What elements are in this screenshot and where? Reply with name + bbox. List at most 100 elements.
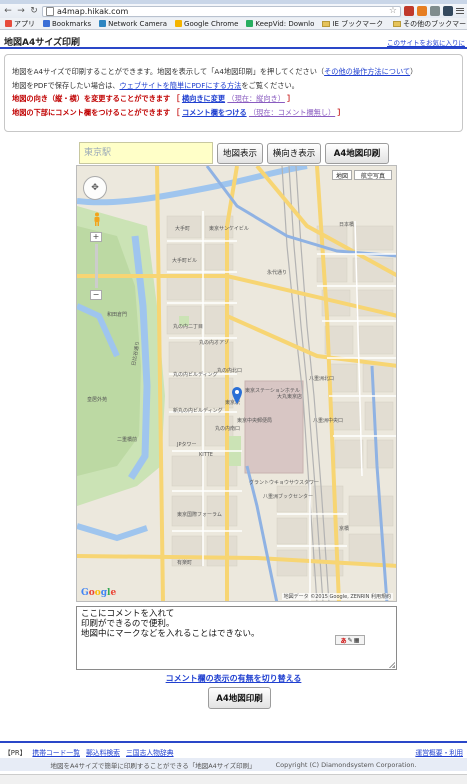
map-label: 有楽町	[177, 559, 192, 566]
map-type-map-button[interactable]: 地図	[332, 170, 352, 180]
bookmark-icon	[175, 20, 183, 27]
pr-label: 【PR】	[4, 749, 27, 757]
zoom-in-icon[interactable]: +	[90, 232, 102, 242]
comment-option: 地図の下部にコメント欄をつけることができます ［ コメント欄をつける （現在：コ…	[12, 107, 345, 117]
extension-icon[interactable]	[430, 6, 440, 16]
horizontal-scrollbar[interactable]	[0, 774, 467, 784]
pegman-icon[interactable]	[93, 212, 101, 226]
bookmark-item[interactable]: Network Camera	[96, 20, 170, 28]
change-orientation-link[interactable]: 横向きに変更	[182, 94, 225, 103]
extension-icon[interactable]	[443, 6, 453, 16]
ime-pad-icon: ▦	[353, 636, 360, 644]
bookmark-icon	[43, 20, 50, 27]
ime-dictionary-icon: ✎	[347, 636, 353, 644]
footer-link[interactable]: 郵込料検索	[86, 747, 120, 757]
pdf-howto-link[interactable]: ウェブサイトを簡単にPDFにする方法	[119, 81, 241, 90]
a4-print-button[interactable]: A4地図印刷	[208, 687, 271, 709]
map-label: 東京サンケイビル	[209, 225, 249, 232]
back-icon[interactable]: ←	[3, 6, 13, 16]
map-label: 丸の内オアゾ	[199, 339, 229, 346]
map-label: 皇居外苑	[87, 396, 107, 403]
map-canvas: 大手町 東京サンケイビル 大手町ビル 日比谷通り 永代通り 丸の内オアゾ 丸の内…	[77, 166, 396, 601]
bookmark-item[interactable]: Bookmarks	[40, 20, 94, 28]
map-label: 八重洲中央口	[313, 417, 343, 424]
map-label: 八重洲ブックセンター	[263, 493, 313, 500]
browser-toolbar: ← → ↻ a4map.hikak.com ☆	[0, 4, 467, 18]
map-label: 永代通り	[267, 269, 287, 276]
bookmarks-bar: アプリ Bookmarks Network Camera Google Chro…	[0, 18, 467, 30]
ime-mode-icon: あ	[340, 637, 347, 645]
bookmark-icon	[99, 20, 107, 27]
footer-copyright: Copyright (C) Diamondsystem Corporation.	[275, 760, 417, 769]
bookmark-item[interactable]: KeepVid: Downlo	[243, 20, 317, 28]
a4-print-button-top[interactable]: A4地図印刷	[325, 142, 389, 164]
pan-control-icon[interactable]: ✥	[83, 176, 107, 200]
other-sites-link[interactable]: このサイトをお気に入りに	[387, 37, 465, 47]
bookmark-item[interactable]: IE ブックマーク	[319, 19, 386, 29]
extension-icon[interactable]	[417, 6, 427, 16]
orientation-state: （現在：縦向き）	[227, 94, 285, 103]
footer-link[interactable]: 携帯コード一覧	[32, 747, 80, 757]
bookmark-icon	[246, 20, 254, 27]
apps-icon	[5, 20, 12, 27]
map-label: 丸の内南口	[215, 425, 240, 432]
map-label: 丸の内ビルディング	[173, 371, 218, 378]
folder-icon	[322, 20, 331, 27]
footer-about-link[interactable]: 運営概要・利用	[415, 747, 463, 757]
info-box: 地図をA4サイズで印刷することができます。地図を表示して「A4地図印刷」を押して…	[4, 54, 463, 132]
map-label: 新丸の内ビルディング	[173, 407, 223, 414]
reload-icon[interactable]: ↻	[29, 6, 39, 16]
map-label: KITTE	[199, 452, 213, 458]
zoom-slider[interactable]	[95, 244, 98, 288]
page-header: 地図A4サイズ印刷 このサイトをお気に入りに	[0, 32, 467, 48]
map-label: 東京国際フォーラム	[177, 511, 222, 518]
map-controls: 地図表示 横向き表示 A4地図印刷	[79, 142, 397, 164]
map-label: 丸の内北口	[217, 367, 242, 374]
bookmark-item[interactable]: アプリ	[2, 19, 38, 29]
map-type-satellite-button[interactable]: 航空写真	[354, 170, 392, 180]
zoom-out-icon[interactable]: −	[90, 290, 102, 300]
map-label: 東京中央郵便局	[237, 417, 272, 424]
info-line: 地図をPDFで保存したい場合は、ウェブサイトを簡単にPDFにする方法をご覧くださ…	[12, 80, 299, 90]
map-label: 京橋	[339, 525, 349, 532]
map-view[interactable]: 大手町 東京サンケイビル 大手町ビル 日比谷通り 永代通り 丸の内オアゾ 丸の内…	[76, 165, 397, 602]
browser-menu-icon[interactable]	[456, 6, 464, 16]
address-search-input[interactable]	[79, 142, 213, 164]
folder-icon	[393, 20, 402, 27]
map-label: 八重洲北口	[309, 375, 334, 382]
address-bar[interactable]: a4map.hikak.com ☆	[42, 5, 401, 17]
info-line: 地図をA4サイズで印刷することができます。地図を表示して「A4地図印刷」を押して…	[12, 67, 418, 76]
map-label: グラントウキョウサウスタワー	[249, 479, 319, 486]
map-label: 東京ステーションホテル	[245, 387, 300, 394]
footer-link[interactable]: 三国志人物辞典	[126, 747, 174, 757]
map-label: 二重橋前	[117, 436, 137, 443]
orientation-option: 地図の向き（縦・横）を変更することができます ［ 横向きに変更 （現在：縦向き）…	[12, 94, 295, 103]
footer-tagline: 地図をA4サイズで簡単に印刷することができる「地図A4サイズ印刷」	[50, 761, 256, 770]
comment-box: ここにコメントを入れて 印刷ができるので便利。 地図中にマークなどを入れることは…	[76, 606, 397, 670]
google-logo: Google	[81, 588, 117, 598]
show-map-button[interactable]: 地図表示	[217, 142, 263, 164]
landscape-view-button[interactable]: 横向き表示	[267, 142, 321, 164]
forward-icon[interactable]: →	[16, 6, 26, 16]
header-divider	[0, 47, 467, 49]
extension-icon[interactable]	[404, 6, 414, 16]
bookmark-item[interactable]: Google Chrome	[172, 20, 241, 28]
toggle-comment-link[interactable]: コメント欄の表示の有無を切り替える	[0, 673, 467, 684]
bookmark-star-icon[interactable]: ☆	[389, 7, 397, 16]
map-label: 日本橋	[339, 221, 354, 228]
map-label: 大丸東京店	[277, 393, 302, 400]
map-zoom-controls: ✥	[83, 176, 107, 200]
footer-links: 【PR】 携帯コード一覧 郵込料検索 三国志人物辞典 運営概要・利用	[0, 746, 467, 758]
location-marker-icon[interactable]	[232, 387, 242, 405]
footer-bottom: 地図をA4サイズで簡単に印刷することができる「地図A4サイズ印刷」 Copyri…	[0, 758, 467, 771]
map-label: 大手町ビル	[172, 257, 197, 264]
map-label: 大手町	[175, 225, 190, 232]
resize-grip-icon[interactable]	[389, 662, 395, 668]
other-bookmarks[interactable]: その他のブックマー	[390, 19, 467, 29]
terms-link[interactable]: 利用規約	[371, 594, 391, 600]
operation-help-link[interactable]: その他の操作方法について	[324, 67, 410, 76]
ime-toolbar[interactable]: あ ✎ ▦	[335, 635, 365, 645]
add-comment-link[interactable]: コメント欄をつける	[182, 108, 247, 117]
page-icon	[46, 6, 54, 16]
map-copyright: 地図データ ©2015 Google, ZENRIN 利用規約	[281, 593, 393, 600]
